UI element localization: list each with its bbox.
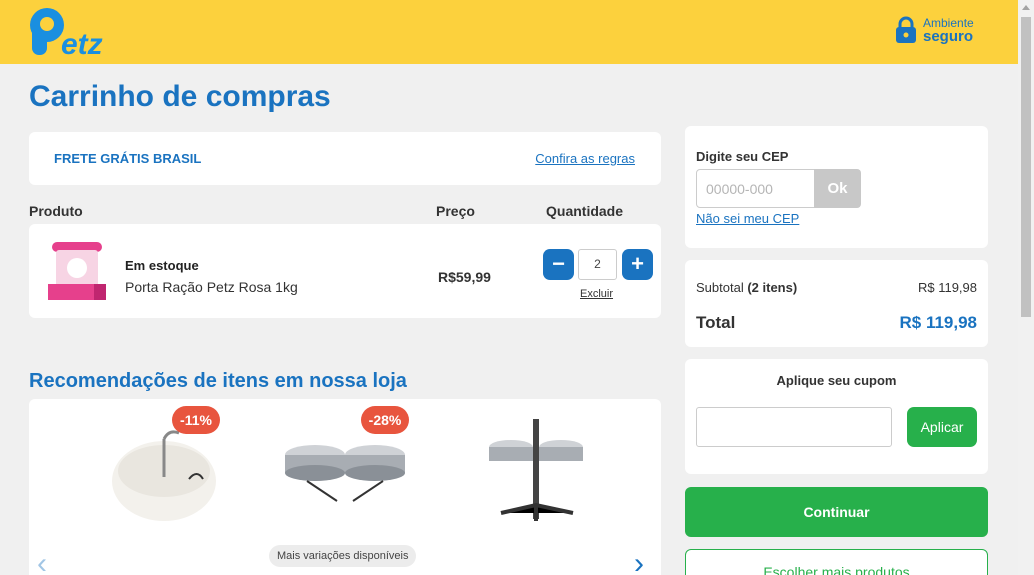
choose-more-products-button[interactable]: Escolher mais produtos bbox=[685, 549, 988, 575]
secure-environment: Ambiente seguro bbox=[895, 16, 974, 44]
product-image[interactable] bbox=[481, 417, 591, 529]
stock-status: Em estoque bbox=[125, 258, 199, 273]
scrollbar-thumb[interactable] bbox=[1021, 17, 1031, 317]
carousel-prev-arrow-icon[interactable]: ‹ bbox=[37, 547, 47, 575]
column-header-price: Preço bbox=[436, 203, 475, 219]
page-title: Carrinho de compras bbox=[29, 80, 331, 113]
recommendation-item[interactable]: -28% bbox=[269, 399, 429, 539]
free-shipping-label: FRETE GRÁTIS BRASIL bbox=[54, 151, 202, 166]
continue-button[interactable]: Continuar bbox=[685, 487, 988, 537]
unknown-cep-link[interactable]: Não sei meu CEP bbox=[696, 211, 799, 226]
apply-coupon-button[interactable]: Aplicar bbox=[907, 407, 977, 447]
total-label: Total bbox=[696, 313, 736, 332]
order-totals: Subtotal (2 itens) R$ 119,98 Total R$ 11… bbox=[685, 260, 988, 347]
cep-ok-button[interactable]: Ok bbox=[814, 169, 861, 208]
petz-logo[interactable]: etz bbox=[27, 7, 119, 59]
lock-icon bbox=[896, 16, 916, 43]
product-image[interactable] bbox=[99, 419, 229, 529]
cep-label: Digite seu CEP bbox=[696, 149, 789, 164]
coupon-input[interactable] bbox=[696, 407, 892, 447]
scroll-up-arrow-icon[interactable] bbox=[1022, 5, 1030, 10]
page-scrollbar[interactable] bbox=[1018, 0, 1034, 575]
discount-badge: -28% bbox=[361, 406, 409, 434]
recommendation-item[interactable]: -11% bbox=[89, 399, 239, 539]
cart-item: Em estoque Porta Ração Petz Rosa 1kg R$5… bbox=[29, 224, 661, 318]
total-value: R$ 119,98 bbox=[899, 313, 977, 332]
product-name[interactable]: Porta Ração Petz Rosa 1kg bbox=[125, 279, 298, 295]
discount-badge: -11% bbox=[172, 406, 220, 434]
variations-available-badge: Mais variações disponíveis bbox=[269, 545, 417, 567]
site-header: etz Ambiente seguro bbox=[0, 0, 1018, 64]
cep-input[interactable]: 00000-000 bbox=[696, 169, 815, 208]
shipping-rules-link[interactable]: Confira as regras bbox=[535, 151, 635, 166]
product-price: R$59,99 bbox=[438, 269, 491, 285]
column-header-quantity: Quantidade bbox=[546, 203, 624, 219]
product-image[interactable] bbox=[277, 435, 413, 505]
column-header-product: Produto bbox=[29, 203, 83, 219]
coupon-box: Aplique seu cupom Aplicar bbox=[685, 359, 988, 474]
quantity-input[interactable]: 2 bbox=[578, 249, 617, 280]
product-image[interactable] bbox=[44, 238, 110, 304]
coupon-label: Aplique seu cupom bbox=[776, 373, 897, 388]
remove-item-link[interactable]: Excluir bbox=[580, 288, 613, 300]
carousel-next-arrow-icon[interactable]: › bbox=[634, 547, 644, 575]
recommendations-title: Recomendações de itens em nossa loja bbox=[29, 370, 407, 392]
free-shipping-banner: FRETE GRÁTIS BRASIL Confira as regras bbox=[29, 132, 661, 185]
recommendations-carousel: -11% -28% Mais variações disponíveis ‹ › bbox=[29, 399, 661, 575]
decrease-quantity-button[interactable]: − bbox=[543, 249, 574, 280]
recommendation-item[interactable] bbox=[469, 399, 609, 539]
cep-box: Digite seu CEP 00000-000 Ok Não sei meu … bbox=[685, 126, 988, 248]
subtotal-item-count: (2 itens) bbox=[747, 280, 798, 295]
increase-quantity-button[interactable]: + bbox=[622, 249, 653, 280]
secure-label-line2: seguro bbox=[923, 28, 974, 45]
svg-text:etz: etz bbox=[61, 28, 103, 59]
subtotal-value: R$ 119,98 bbox=[917, 280, 977, 295]
subtotal-label: Subtotal (2 itens) bbox=[696, 280, 798, 295]
